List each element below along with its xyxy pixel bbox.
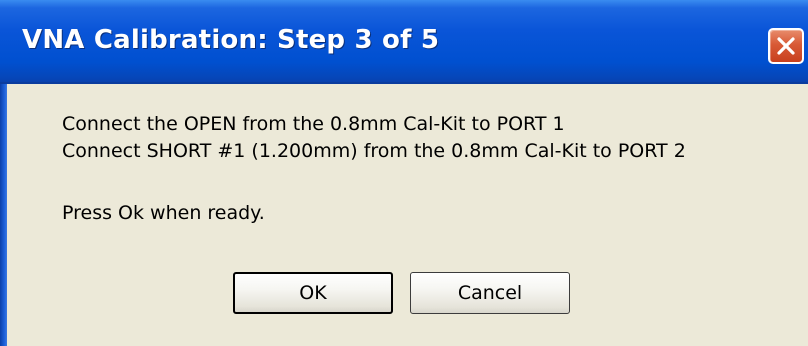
prompt-text: Press Ok when ready. (62, 202, 265, 224)
dialog-body: Connect the OPEN from the 0.8mm Cal-Kit … (7, 84, 808, 346)
dialog-window: VNA Calibration: Step 3 of 5 Connect the… (0, 0, 808, 346)
close-button[interactable] (768, 28, 804, 64)
dialog-title: VNA Calibration: Step 3 of 5 (22, 25, 440, 55)
window-border (0, 84, 7, 346)
title-bar[interactable]: VNA Calibration: Step 3 of 5 (0, 0, 808, 84)
instruction-line: Connect the OPEN from the 0.8mm Cal-Kit … (62, 113, 565, 135)
ok-button[interactable]: OK (233, 272, 393, 314)
cancel-button[interactable]: Cancel (410, 272, 570, 314)
close-icon (777, 37, 795, 55)
instruction-line: Connect SHORT #1 (1.200mm) from the 0.8m… (62, 140, 686, 162)
